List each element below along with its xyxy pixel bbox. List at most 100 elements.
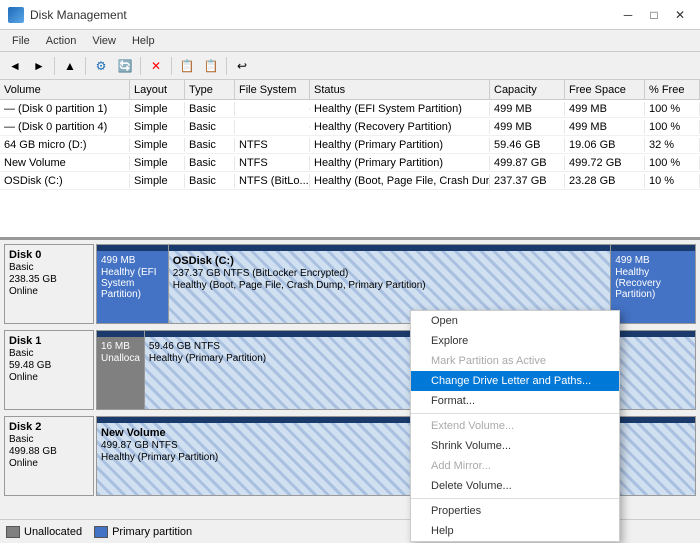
- disk-type: Basic: [9, 434, 89, 445]
- window-controls: ─ □ ✕: [616, 5, 692, 25]
- th-layout[interactable]: Layout: [130, 80, 185, 99]
- context-menu-item-12[interactable]: Help: [411, 521, 619, 541]
- disk-info-2: Disk 2 Basic 499.88 GB Online: [4, 416, 94, 496]
- table-row[interactable]: New VolumeSimpleBasicNTFSHealthy (Primar…: [0, 154, 700, 172]
- toolbar-copy[interactable]: 📋: [176, 55, 198, 77]
- title-bar: Disk Management ─ □ ✕: [0, 0, 700, 30]
- toolbar: ◄ ► ▲ ⚙ 🔄 ✕ 📋 📋 ↩: [0, 52, 700, 80]
- toolbar-up[interactable]: ▲: [59, 55, 81, 77]
- toolbar-sep-1: [54, 57, 55, 75]
- toolbar-sep-3: [140, 57, 141, 75]
- legend-unalloc-box: [6, 526, 20, 538]
- table-row[interactable]: 64 GB micro (D:)SimpleBasicNTFSHealthy (…: [0, 136, 700, 154]
- table-cell: 59.46 GB: [490, 138, 565, 152]
- partition-topbar: [97, 331, 144, 337]
- toolbar-sep-5: [226, 57, 227, 75]
- menu-action[interactable]: Action: [38, 33, 85, 49]
- context-menu-separator: [411, 498, 619, 499]
- maximize-button[interactable]: □: [642, 5, 666, 25]
- context-menu-item-11[interactable]: Properties: [411, 501, 619, 521]
- partition-desc: Healthy (Recovery Partition): [615, 267, 691, 300]
- context-menu-item-6: Extend Volume...: [411, 416, 619, 436]
- th-capacity[interactable]: Capacity: [490, 80, 565, 99]
- table-cell: Healthy (Recovery Partition): [310, 120, 490, 134]
- table-cell: [235, 108, 310, 110]
- table-cell: Healthy (Primary Partition): [310, 138, 490, 152]
- table-cell: NTFS (BitLo...: [235, 174, 310, 188]
- partition-1-0[interactable]: 16 MBUnallocated: [97, 331, 145, 409]
- toolbar-forward[interactable]: ►: [28, 55, 50, 77]
- table-body: — (Disk 0 partition 1)SimpleBasicHealthy…: [0, 100, 700, 240]
- table-cell: Simple: [130, 138, 185, 152]
- table-row[interactable]: — (Disk 0 partition 1)SimpleBasicHealthy…: [0, 100, 700, 118]
- context-menu-item-9[interactable]: Delete Volume...: [411, 476, 619, 496]
- partition-desc: Unallocated: [101, 353, 140, 364]
- partition-topbar: [97, 245, 168, 251]
- table-cell: 23.28 GB: [565, 174, 645, 188]
- context-menu-item-0[interactable]: Open: [411, 311, 619, 331]
- disk-type: Basic: [9, 262, 89, 273]
- th-filesystem[interactable]: File System: [235, 80, 310, 99]
- table-cell: 100 %: [645, 120, 700, 134]
- minimize-button[interactable]: ─: [616, 5, 640, 25]
- th-freespace[interactable]: Free Space: [565, 80, 645, 99]
- disk-size: 499.88 GB: [9, 446, 89, 457]
- partition-topbar: [169, 245, 611, 251]
- table-cell: Simple: [130, 102, 185, 116]
- table-cell: 19.06 GB: [565, 138, 645, 152]
- th-volume[interactable]: Volume: [0, 80, 130, 99]
- toolbar-sep-2: [85, 57, 86, 75]
- toolbar-back[interactable]: ◄: [4, 55, 26, 77]
- th-status[interactable]: Status: [310, 80, 490, 99]
- table-cell: Simple: [130, 174, 185, 188]
- close-button[interactable]: ✕: [668, 5, 692, 25]
- disk-status: Online: [9, 286, 89, 297]
- toolbar-undo[interactable]: ↩: [231, 55, 253, 77]
- legend-unalloc-label: Unallocated: [24, 526, 82, 538]
- partition-sublabel: 499 MB: [615, 255, 691, 266]
- context-menu-item-1[interactable]: Explore: [411, 331, 619, 351]
- table-cell: Healthy (EFI System Partition): [310, 102, 490, 116]
- table-cell: 100 %: [645, 102, 700, 116]
- toolbar-refresh[interactable]: 🔄: [114, 55, 136, 77]
- context-menu-item-7[interactable]: Shrink Volume...: [411, 436, 619, 456]
- partition-0-2[interactable]: 499 MBHealthy (Recovery Partition): [611, 245, 695, 323]
- th-type[interactable]: Type: [185, 80, 235, 99]
- context-menu: OpenExploreMark Partition as ActiveChang…: [410, 310, 620, 542]
- context-menu-separator: [411, 413, 619, 414]
- table-cell: Healthy (Boot, Page File, Crash Dump, Pr…: [310, 174, 490, 188]
- table-row[interactable]: OSDisk (C:)SimpleBasicNTFS (BitLo...Heal…: [0, 172, 700, 190]
- menu-bar: File Action View Help: [0, 30, 700, 52]
- toolbar-properties[interactable]: ⚙: [90, 55, 112, 77]
- partition-sublabel: 499 MB: [101, 255, 164, 266]
- table-cell: NTFS: [235, 156, 310, 170]
- table-cell: 499.72 GB: [565, 156, 645, 170]
- table-cell: Healthy (Primary Partition): [310, 156, 490, 170]
- partition-0-0[interactable]: 499 MBHealthy (EFI System Partition): [97, 245, 169, 323]
- table-cell: OSDisk (C:): [0, 174, 130, 188]
- context-menu-item-3[interactable]: Change Drive Letter and Paths...: [411, 371, 619, 391]
- table-cell: Basic: [185, 174, 235, 188]
- legend-primary-box: [94, 526, 108, 538]
- toolbar-paste[interactable]: 📋: [200, 55, 222, 77]
- table-row[interactable]: — (Disk 0 partition 4)SimpleBasic Healthy…: [0, 118, 700, 136]
- toolbar-sep-4: [171, 57, 172, 75]
- table-cell: 499 MB: [490, 120, 565, 134]
- th-pcfree[interactable]: % Free: [645, 80, 700, 99]
- menu-view[interactable]: View: [84, 33, 124, 49]
- disk-status: Online: [9, 458, 89, 469]
- table-cell: Simple: [130, 120, 185, 134]
- context-menu-item-4[interactable]: Format...: [411, 391, 619, 411]
- toolbar-delete[interactable]: ✕: [145, 55, 167, 77]
- table-cell: 100 %: [645, 156, 700, 170]
- menu-help[interactable]: Help: [124, 33, 163, 49]
- table-cell: 499 MB: [565, 120, 645, 134]
- table-cell: 10 %: [645, 174, 700, 188]
- table-cell: NTFS: [235, 138, 310, 152]
- table-cell: — (Disk 0 partition 1): [0, 102, 130, 116]
- menu-file[interactable]: File: [4, 33, 38, 49]
- table-cell: Basic: [185, 138, 235, 152]
- partition-label: OSDisk (C:): [173, 255, 607, 267]
- table-cell: — (Disk 0 partition 4): [0, 120, 130, 134]
- table-cell: Basic: [185, 120, 235, 134]
